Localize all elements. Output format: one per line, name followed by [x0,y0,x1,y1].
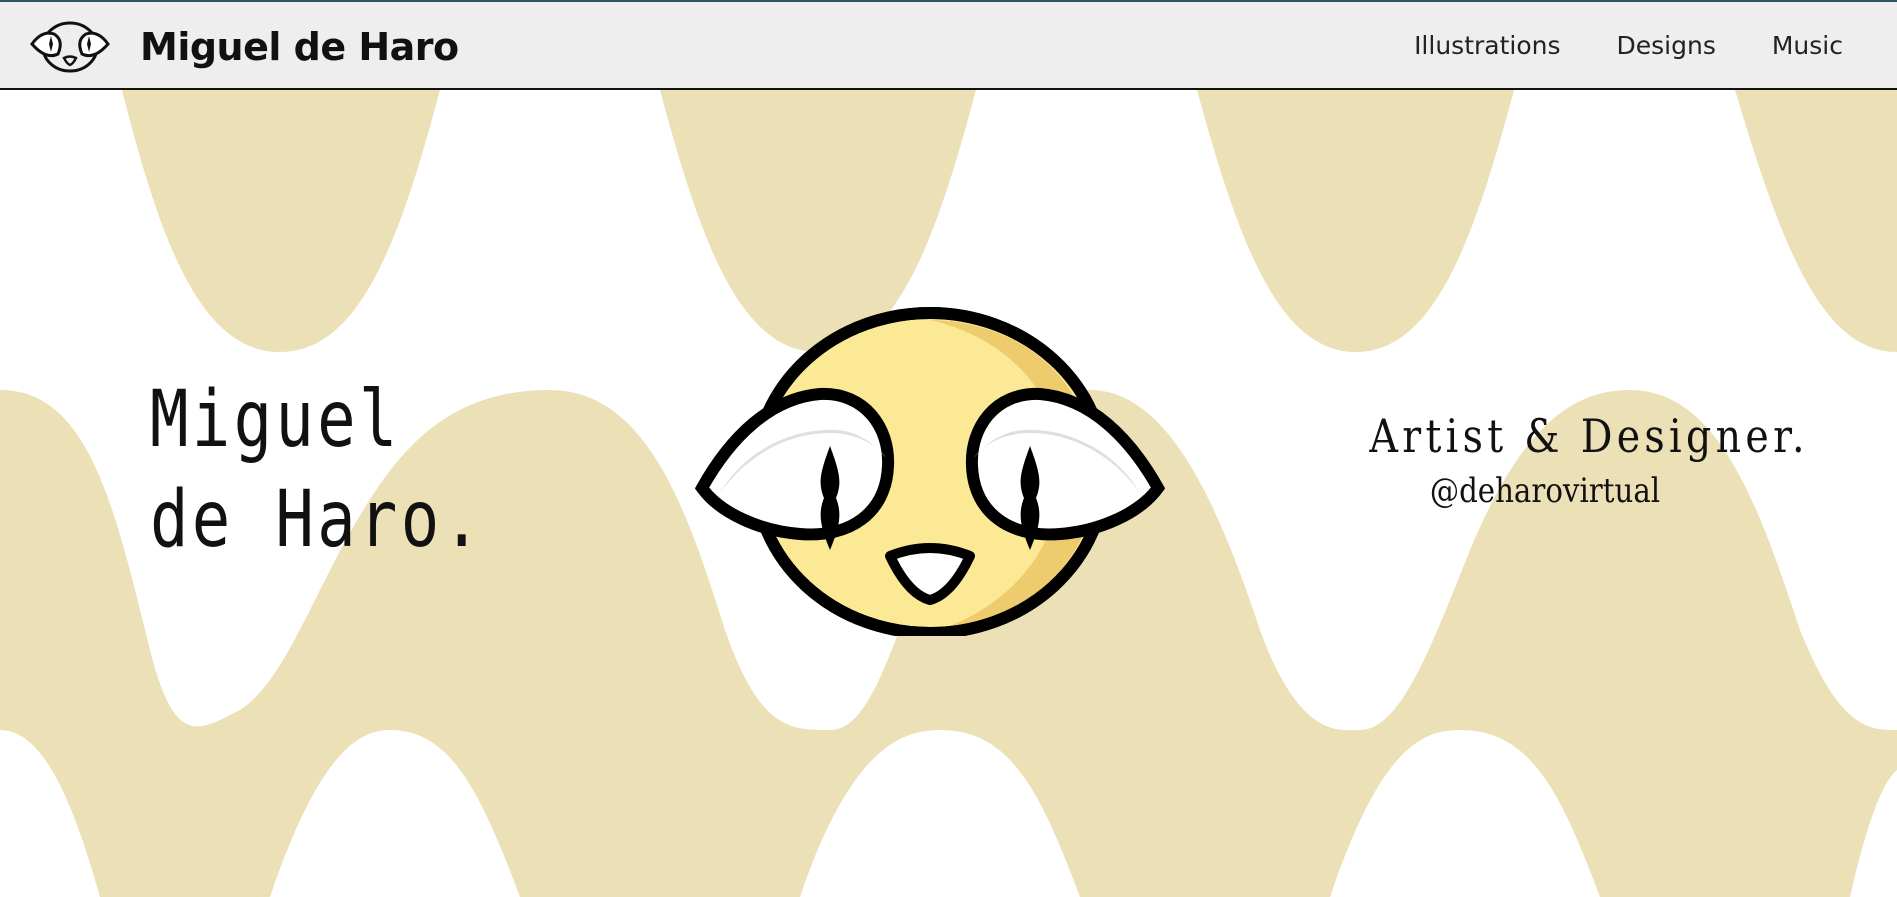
social-handle[interactable]: @deharovirtual [1369,470,1722,512]
site-title[interactable]: Miguel de Haro [140,22,459,72]
nav-link-illustrations[interactable]: Illustrations [1414,30,1560,62]
site-header: Miguel de Haro Illustrations Designs Mus… [0,0,1897,90]
tagline: Artist & Designer. [1369,409,1809,463]
hero-section: Miguel de Haro. Artist & Designer. @deha… [0,90,1897,897]
page: Miguel de Haro Illustrations Designs Mus… [0,0,1897,897]
hero-name-line-1: Miguel [150,375,401,465]
hero-name: Miguel de Haro. [150,370,484,570]
yellow-mascot-face-icon [694,307,1166,636]
nav-link-designs[interactable]: Designs [1617,30,1716,62]
hero-name-line-2: de Haro. [150,475,485,565]
main-nav: Illustrations Designs Music [1414,30,1843,62]
nav-link-music[interactable]: Music [1772,30,1843,62]
mascot-face-icon[interactable] [28,16,112,76]
